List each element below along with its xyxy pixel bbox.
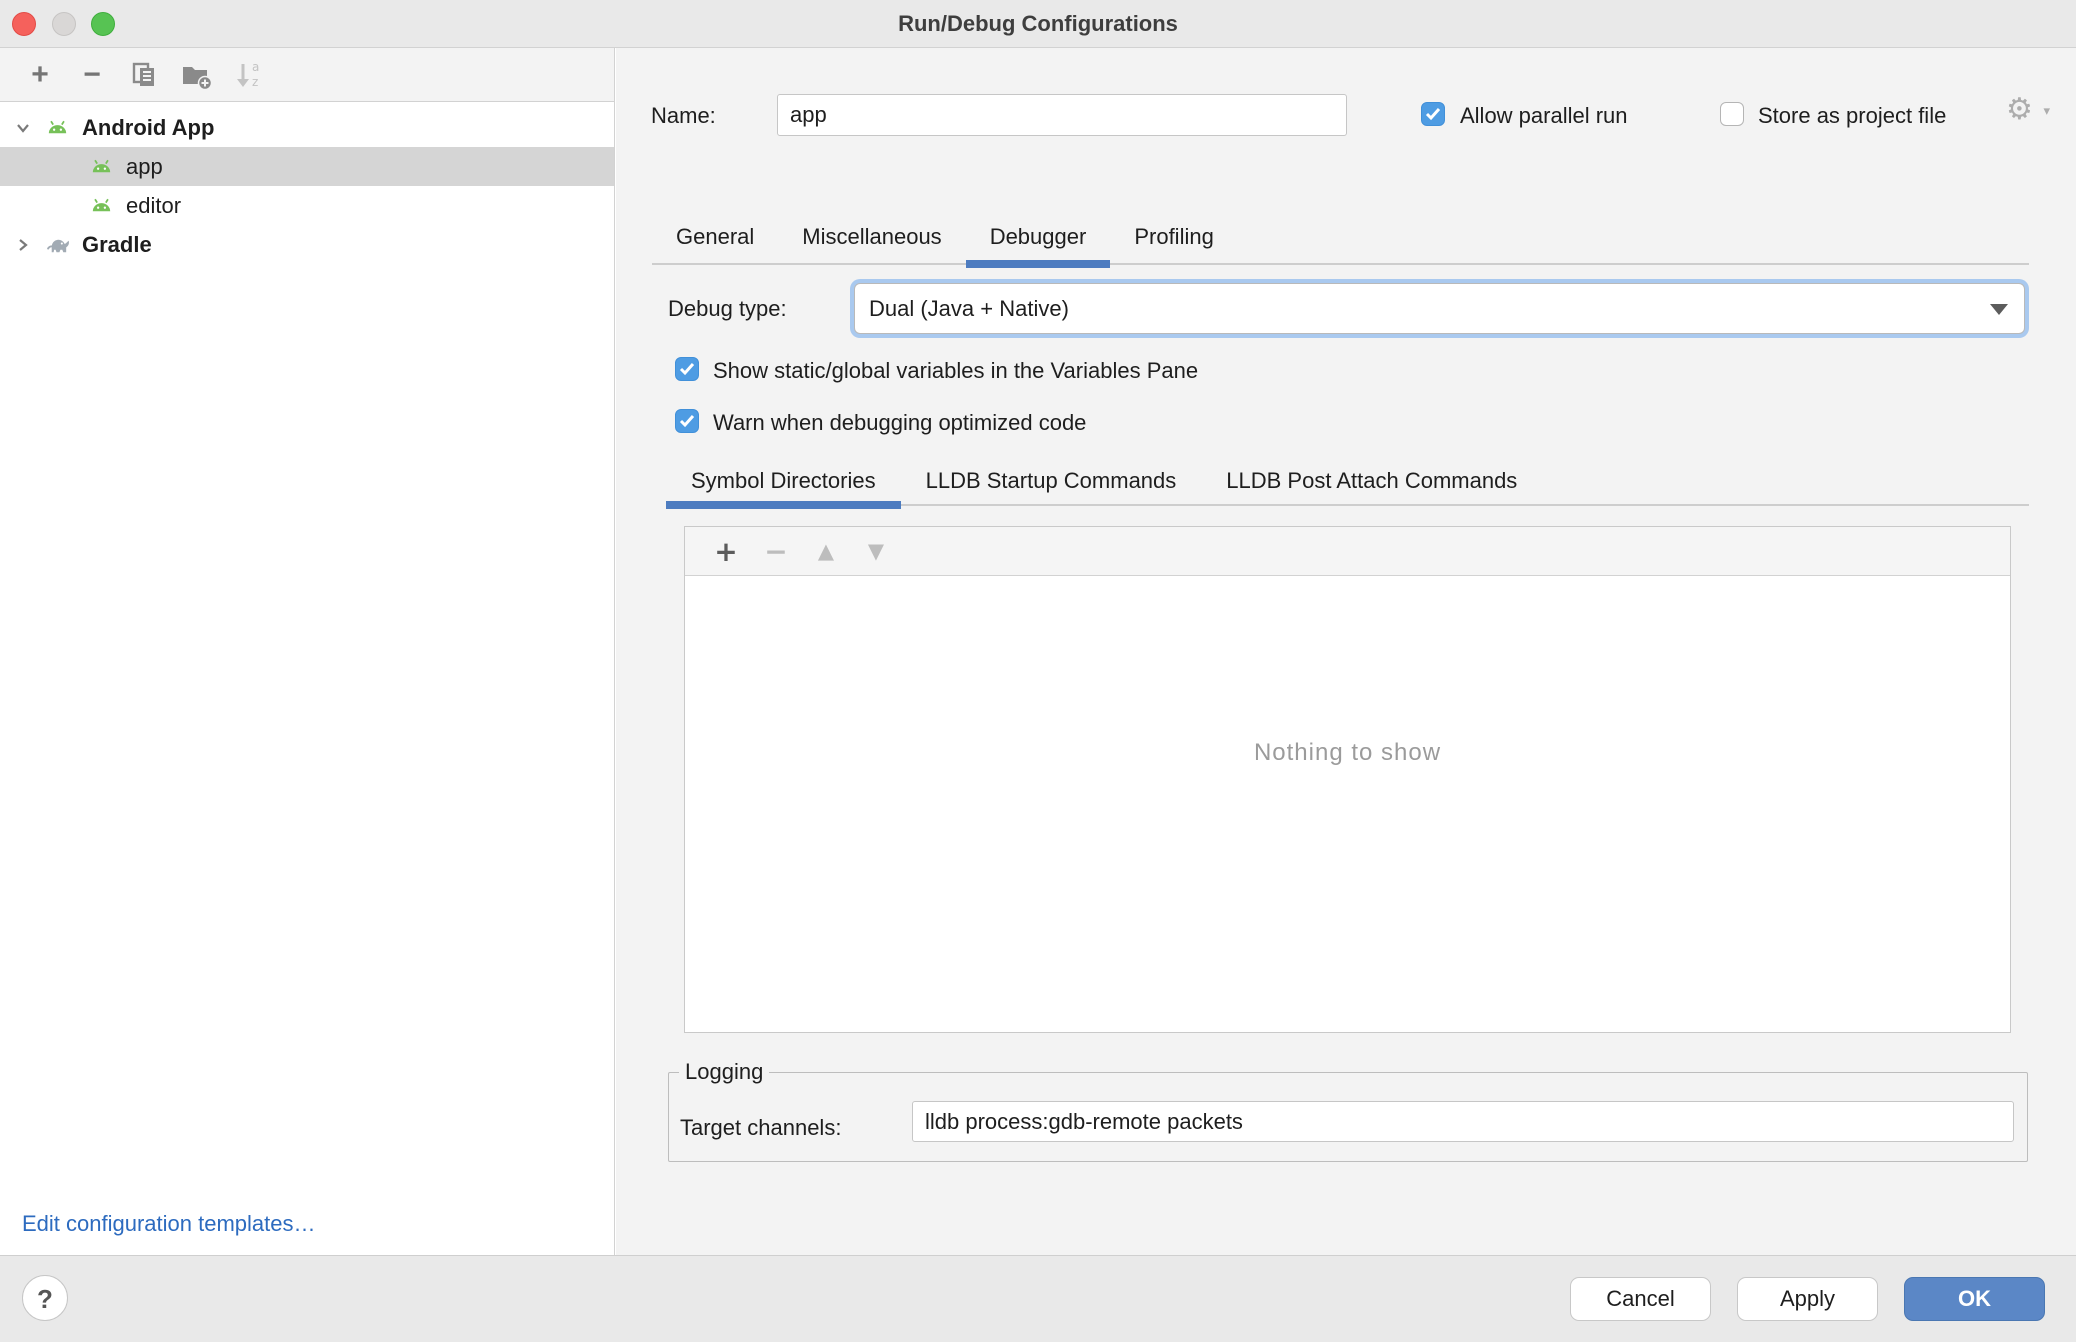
- edit-configuration-templates-link[interactable]: Edit configuration templates…: [22, 1211, 316, 1237]
- plus-icon: +: [31, 60, 49, 90]
- logging-group: Logging Target channels:: [668, 1059, 2028, 1162]
- tab-symbol-directories[interactable]: Symbol Directories: [666, 458, 901, 504]
- run-debug-configurations-dialog: Run/Debug Configurations + −: [0, 0, 2076, 1342]
- show-static-variables-label: Show static/global variables in the Vari…: [713, 358, 1198, 384]
- configuration-editor-panel: Name: Allow parallel run Store as projec…: [616, 48, 2076, 1255]
- new-folder-icon: [180, 60, 212, 90]
- triangle-down-icon: ▼: [868, 539, 884, 563]
- copy-configuration-button[interactable]: [118, 57, 170, 93]
- new-folder-button[interactable]: [170, 57, 222, 93]
- dialog-footer: ? Cancel Apply OK: [0, 1255, 2076, 1342]
- add-directory-button[interactable]: +: [701, 534, 751, 568]
- sidebar-toolbar: + −: [0, 48, 614, 102]
- tree-item-editor[interactable]: editor: [0, 186, 614, 225]
- move-down-button[interactable]: ▼: [851, 534, 901, 568]
- minus-icon: −: [764, 535, 787, 568]
- triangle-up-icon: ▲: [818, 539, 834, 563]
- android-icon: [44, 114, 71, 141]
- tree-item-gradle[interactable]: Gradle: [0, 225, 614, 264]
- tab-debugger[interactable]: Debugger: [966, 211, 1111, 263]
- footer-buttons: Cancel Apply OK: [1570, 1277, 2045, 1321]
- android-icon: [88, 153, 115, 180]
- configurations-tree: Android App app: [0, 108, 614, 264]
- tree-item-label: app: [0, 154, 163, 180]
- remove-configuration-button[interactable]: −: [66, 57, 118, 93]
- debug-type-label: Debug type:: [668, 296, 787, 322]
- name-label: Name:: [651, 103, 716, 129]
- debug-type-dropdown[interactable]: Dual (Java + Native): [854, 283, 2025, 334]
- configurations-sidebar: + −: [0, 48, 615, 1255]
- svg-text:z: z: [252, 75, 258, 89]
- title-bar: Run/Debug Configurations: [0, 0, 2076, 48]
- apply-button[interactable]: Apply: [1737, 1277, 1878, 1321]
- sort-configurations-button[interactable]: a z: [222, 57, 274, 93]
- ok-button[interactable]: OK: [1904, 1277, 2045, 1321]
- target-channels-label: Target channels:: [680, 1115, 841, 1141]
- gradle-icon: [44, 231, 71, 258]
- check-icon: [678, 413, 696, 429]
- configuration-tabs: General Miscellaneous Debugger Profiling: [652, 211, 2029, 265]
- warn-optimized-code-label: Warn when debugging optimized code: [713, 410, 1086, 436]
- tree-item-app[interactable]: app: [0, 147, 614, 186]
- tab-lldb-post-attach-commands[interactable]: LLDB Post Attach Commands: [1201, 458, 1542, 504]
- empty-list-placeholder: Nothing to show: [685, 739, 2010, 767]
- store-as-project-file-label: Store as project file: [1758, 103, 1946, 129]
- help-button[interactable]: ?: [22, 1275, 68, 1321]
- minus-icon: −: [83, 60, 101, 90]
- name-input[interactable]: [777, 94, 1347, 136]
- tab-general[interactable]: General: [652, 211, 778, 263]
- tree-item-android-app[interactable]: Android App: [0, 108, 614, 147]
- android-icon: [88, 192, 115, 219]
- tab-miscellaneous[interactable]: Miscellaneous: [778, 211, 965, 263]
- dropdown-arrow-icon: [1990, 304, 2008, 315]
- symbol-directories-toolbar: + − ▲ ▼: [685, 527, 2010, 576]
- add-configuration-button[interactable]: +: [14, 57, 66, 93]
- chevron-down-icon[interactable]: [12, 117, 34, 139]
- tab-lldb-startup-commands[interactable]: LLDB Startup Commands: [901, 458, 1202, 504]
- symbol-directories-panel: + − ▲ ▼ Nothing to show: [684, 526, 2011, 1033]
- check-icon: [678, 361, 696, 377]
- show-static-variables-checkbox[interactable]: [675, 357, 699, 381]
- chevron-right-icon[interactable]: [12, 234, 34, 256]
- target-channels-input[interactable]: [912, 1101, 2014, 1142]
- allow-parallel-run-label: Allow parallel run: [1460, 103, 1628, 129]
- store-as-project-file-checkbox[interactable]: [1720, 102, 1744, 126]
- sort-az-icon: a z: [233, 60, 263, 90]
- logging-group-title: Logging: [679, 1059, 769, 1085]
- debug-type-value: Dual (Java + Native): [869, 296, 1069, 322]
- allow-parallel-run-checkbox[interactable]: [1421, 102, 1445, 126]
- svg-text:a: a: [252, 60, 259, 74]
- store-settings-gear-icon[interactable]: ⚙▾: [2006, 92, 2042, 128]
- move-up-button[interactable]: ▲: [801, 534, 851, 568]
- tab-profiling[interactable]: Profiling: [1110, 211, 1237, 263]
- check-icon: [1424, 106, 1442, 122]
- plus-icon: +: [714, 535, 737, 568]
- copy-icon: [129, 60, 159, 90]
- warn-optimized-code-checkbox[interactable]: [675, 409, 699, 433]
- window-title: Run/Debug Configurations: [0, 0, 2076, 48]
- cancel-button[interactable]: Cancel: [1570, 1277, 1711, 1321]
- remove-directory-button[interactable]: −: [751, 534, 801, 568]
- caret-down-icon: ▾: [2043, 94, 2050, 130]
- lldb-subtabs: Symbol Directories LLDB Startup Commands…: [666, 458, 2029, 506]
